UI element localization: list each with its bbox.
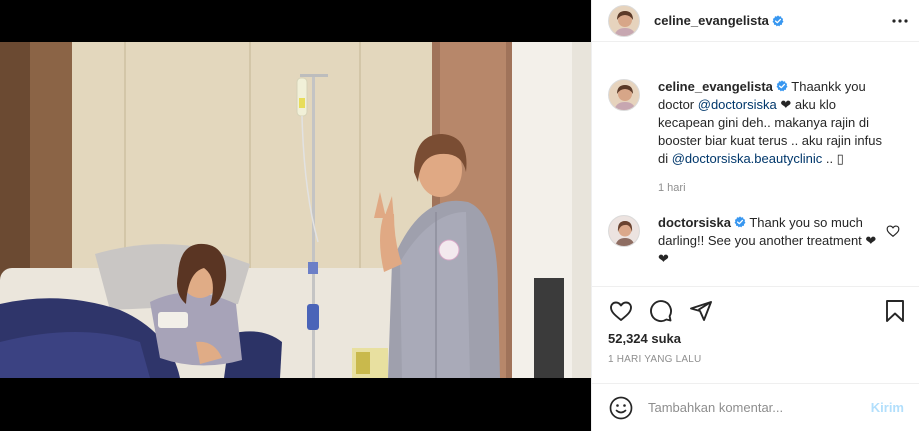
avatar[interactable] — [608, 79, 640, 111]
caption-age[interactable]: 1 hari — [658, 182, 904, 194]
profile-picture-icon — [609, 216, 639, 246]
comment-text: doctorsiska Thank you so much darling!! … — [658, 214, 878, 268]
comment-like-heart-icon[interactable] — [886, 224, 900, 238]
comment-item: doctorsiska Thank you so much darling!! … — [608, 214, 904, 268]
add-comment-bar: Kirim — [592, 383, 919, 431]
verified-badge-icon — [772, 14, 784, 26]
post-photo — [0, 42, 591, 378]
post-timestamp[interactable]: 1 HARI YANG LALU — [608, 354, 904, 365]
bookmark-icon[interactable] — [882, 298, 908, 324]
caption-segment: .. ▯ — [822, 151, 844, 166]
post-actions-section: 52,324 suka 1 HARI YANG LALU — [592, 286, 919, 382]
post-header: celine_evangelista — [592, 0, 919, 42]
action-bar — [608, 287, 904, 335]
mention-link[interactable]: @doctorsiska.beautyclinic — [672, 151, 822, 166]
caption-username[interactable]: celine_evangelista — [658, 79, 773, 94]
post-media[interactable] — [0, 0, 591, 431]
instagram-post: celine_evangelista celine_evangelista Th… — [0, 0, 919, 431]
comments-list[interactable]: celine_evangelista Thaankk you doctor @d… — [592, 64, 919, 286]
post-sidebar: celine_evangelista celine_evangelista Th… — [591, 0, 919, 431]
heart-icon[interactable] — [608, 298, 634, 324]
avatar[interactable] — [608, 215, 640, 247]
share-icon[interactable] — [688, 298, 714, 324]
profile-picture-icon — [609, 5, 639, 36]
verified-badge-icon — [776, 80, 788, 92]
header-username[interactable]: celine_evangelista — [654, 13, 769, 28]
caption-text: celine_evangelista Thaankk you doctor @d… — [658, 78, 888, 168]
profile-picture-icon — [609, 80, 639, 110]
comment-icon[interactable] — [648, 298, 674, 324]
comment-input[interactable] — [648, 400, 871, 415]
more-options-icon[interactable] — [890, 11, 910, 31]
comment-username[interactable]: doctorsiska — [658, 215, 731, 230]
verified-badge-icon — [734, 216, 746, 228]
caption-comment: celine_evangelista Thaankk you doctor @d… — [608, 78, 904, 168]
post-photo-illustration — [0, 42, 591, 378]
mention-link[interactable]: @doctorsiska — [698, 97, 777, 112]
avatar[interactable] — [608, 4, 640, 37]
emoji-icon[interactable] — [608, 395, 634, 421]
post-comment-button[interactable]: Kirim — [871, 400, 904, 415]
